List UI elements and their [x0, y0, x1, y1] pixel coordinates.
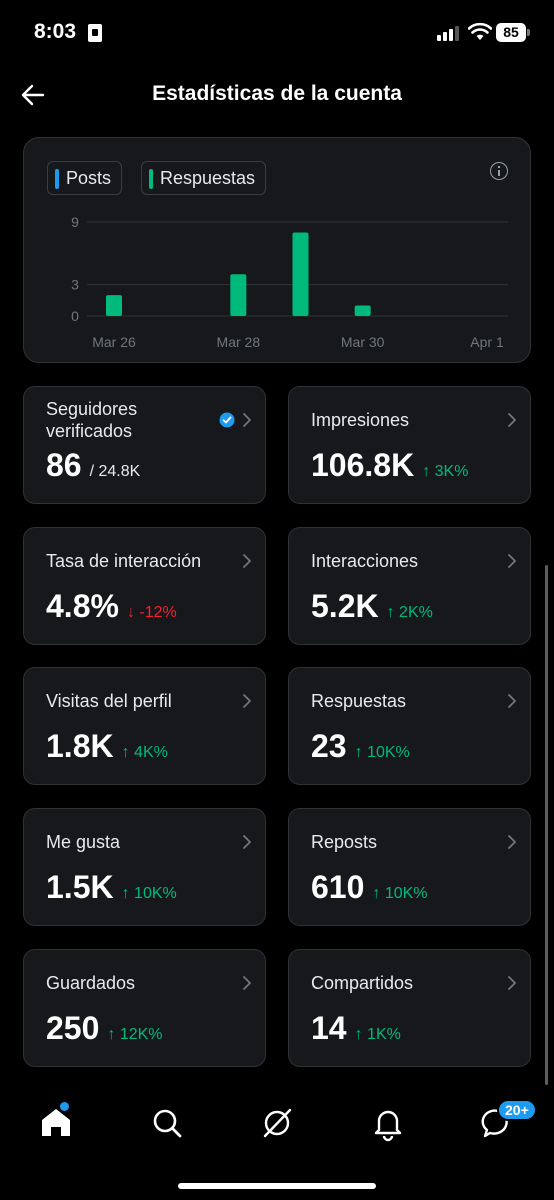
stat-value-row: 4.8% ↓ -12%	[46, 588, 177, 625]
stat-card[interactable]: Visitas del perfil 1.8K ↑ 4K%	[23, 667, 266, 785]
messages-badge: 20+	[497, 1099, 537, 1121]
verified-badge-icon	[219, 412, 235, 428]
stat-value-row: 23 ↑ 10K%	[311, 728, 410, 765]
wifi-icon	[468, 22, 492, 40]
stat-change: ↑ 4K%	[121, 744, 168, 761]
chevron-right-icon	[507, 693, 517, 709]
stat-value: 5.2K	[311, 588, 379, 624]
y-tick-label: 0	[71, 308, 79, 324]
stat-card[interactable]: Respuestas 23 ↑ 10K%	[288, 667, 531, 785]
stat-change: ↑ 10K%	[121, 885, 177, 902]
stat-value: 14	[311, 1010, 347, 1046]
chevron-right-icon	[507, 553, 517, 569]
stat-change: ↑ 2K%	[386, 604, 433, 621]
stat-label: Impresiones	[311, 410, 410, 430]
stat-label: Guardados	[46, 973, 136, 993]
battery-icon: 85	[496, 23, 530, 42]
stat-label: Me gusta	[46, 832, 121, 852]
search-icon[interactable]	[147, 1103, 187, 1143]
stat-card[interactable]: Impresiones 106.8K ↑ 3K%	[288, 386, 531, 504]
chevron-right-icon	[507, 834, 517, 850]
stat-label: Compartidos	[311, 973, 414, 993]
stat-label: Seguidores verificados	[46, 399, 138, 441]
activity-chart: 0 3 9 Mar 26 Mar 28 Mar 30 Apr 1	[71, 214, 508, 350]
stat-total: / 24.8K	[89, 463, 141, 480]
stat-card[interactable]: Me gusta 1.5K ↑ 10K%	[23, 808, 266, 926]
stat-value-row: 250 ↑ 12K%	[46, 1010, 163, 1047]
stat-label: Interacciones	[311, 551, 419, 571]
bar-respuestas[interactable]	[106, 295, 122, 316]
chevron-right-icon	[242, 412, 252, 428]
x-tick-label: Mar 30	[341, 334, 385, 350]
stat-card[interactable]: Guardados 250 ↑ 12K%	[23, 949, 266, 1067]
stat-label: Respuestas	[311, 691, 407, 711]
home-indicator	[178, 1183, 376, 1189]
stat-value: 1.5K	[46, 869, 114, 905]
chevron-right-icon	[242, 693, 252, 709]
stat-value: 610	[311, 869, 365, 905]
x-tick-label: Mar 28	[217, 334, 261, 350]
stat-change: ↑ 10K%	[354, 744, 410, 761]
stat-value: 250	[46, 1010, 100, 1046]
stat-value-row: 86 / 24.8K	[46, 447, 140, 484]
home-notification-dot	[60, 1102, 69, 1111]
stat-card[interactable]: Tasa de interacción 4.8% ↓ -12%	[23, 527, 266, 645]
stat-card[interactable]: Reposts 610 ↑ 10K%	[288, 808, 531, 926]
signal-icon	[437, 25, 463, 41]
stat-value-row: 610 ↑ 10K%	[311, 869, 428, 906]
stat-value: 4.8%	[46, 588, 119, 624]
stat-value: 106.8K	[311, 447, 415, 483]
stat-value: 23	[311, 728, 347, 764]
stat-value-row: 1.8K ↑ 4K%	[46, 728, 168, 765]
scrollbar[interactable]	[545, 565, 548, 1085]
stat-value-row: 1.5K ↑ 10K%	[46, 869, 177, 906]
stat-change: ↑ 10K%	[372, 885, 428, 902]
stat-value: 1.8K	[46, 728, 114, 764]
chevron-right-icon	[242, 834, 252, 850]
stat-change: ↑ 12K%	[107, 1026, 163, 1043]
stat-card[interactable]: Interacciones 5.2K ↑ 2K%	[288, 527, 531, 645]
stat-value-row: 106.8K ↑ 3K%	[311, 447, 468, 484]
chart-card: Posts Respuestas 0 3 9 Mar 26 Mar 28 Mar 30 Ap…	[23, 137, 531, 363]
page-title: Estadísticas de la cuenta	[152, 82, 402, 105]
bell-icon[interactable]	[368, 1103, 408, 1143]
bar-respuestas[interactable]	[354, 305, 371, 316]
status-time: 8:03	[34, 20, 77, 43]
sim-icon	[88, 24, 102, 42]
y-tick-label: 3	[71, 277, 79, 293]
stat-card[interactable]: Seguidores verificados 86 / 24.8K	[23, 386, 266, 504]
grok-icon[interactable]	[257, 1103, 297, 1143]
bar-respuestas[interactable]	[292, 232, 309, 316]
status-bar: 8:03 85	[0, 0, 554, 66]
stat-label: Reposts	[311, 832, 378, 852]
bar-respuestas[interactable]	[230, 274, 247, 316]
chevron-right-icon	[242, 975, 252, 991]
y-tick-label: 9	[71, 214, 79, 230]
stat-card[interactable]: Compartidos 14 ↑ 1K%	[288, 949, 531, 1067]
chevron-right-icon	[507, 412, 517, 428]
stat-change: ↓ -12%	[126, 604, 177, 621]
stat-change: ↑ 3K%	[422, 463, 469, 480]
stat-value: 86	[46, 447, 82, 483]
stat-label: Visitas del perfil	[46, 691, 172, 711]
home-icon[interactable]	[36, 1103, 76, 1143]
stat-change: ↑ 1K%	[354, 1026, 401, 1043]
stat-value-row: 5.2K ↑ 2K%	[311, 588, 433, 625]
stat-label: Tasa de interacción	[46, 551, 202, 571]
chevron-right-icon	[242, 553, 252, 569]
x-tick-label: Apr 1	[470, 334, 504, 350]
stat-value-row: 14 ↑ 1K%	[311, 1010, 401, 1047]
x-tick-label: Mar 26	[92, 334, 136, 350]
chevron-right-icon	[507, 975, 517, 991]
